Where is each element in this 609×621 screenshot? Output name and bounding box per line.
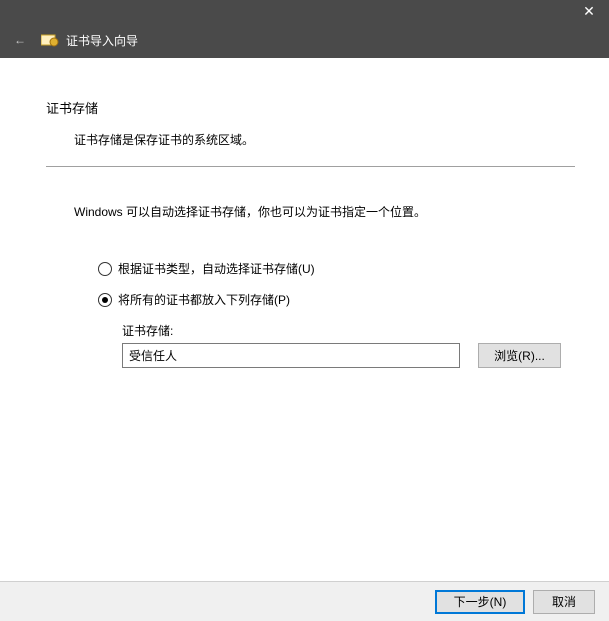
close-icon: ✕: [583, 3, 595, 20]
section-subheading: 证书存储是保存证书的系统区域。: [74, 131, 575, 148]
radio-manual-select[interactable]: 将所有的证书都放入下列存储(P): [98, 291, 575, 308]
close-button[interactable]: ✕: [569, 0, 609, 22]
browse-button[interactable]: 浏览(R)...: [478, 343, 561, 368]
wizard-footer: 下一步(N) 取消: [0, 581, 609, 621]
certificate-wizard-icon: [40, 32, 60, 48]
back-arrow-icon: ←: [14, 33, 26, 47]
radio-icon: [98, 262, 112, 276]
radio-auto-label: 根据证书类型，自动选择证书存储(U): [118, 260, 315, 277]
store-input[interactable]: [122, 343, 460, 368]
radio-icon: [98, 293, 112, 307]
next-button[interactable]: 下一步(N): [435, 590, 525, 614]
cancel-button[interactable]: 取消: [533, 590, 595, 614]
divider: [46, 166, 575, 167]
store-block: 证书存储: 浏览(R)...: [122, 322, 575, 368]
back-button[interactable]: ←: [8, 28, 32, 52]
store-label: 证书存储:: [122, 322, 575, 339]
section-heading: 证书存储: [46, 98, 575, 117]
description-text: Windows 可以自动选择证书存储，你也可以为证书指定一个位置。: [74, 203, 575, 220]
store-row: 浏览(R)...: [122, 343, 575, 368]
wizard-content: 证书存储 证书存储是保存证书的系统区域。 Windows 可以自动选择证书存储，…: [0, 58, 609, 581]
wizard-title: 证书导入向导: [66, 32, 138, 49]
radio-auto-select[interactable]: 根据证书类型，自动选择证书存储(U): [98, 260, 575, 277]
radio-manual-label: 将所有的证书都放入下列存储(P): [118, 291, 290, 308]
store-radio-group: 根据证书类型，自动选择证书存储(U) 将所有的证书都放入下列存储(P): [98, 260, 575, 308]
window-titlebar: ✕: [0, 0, 609, 22]
wizard-header: ← 证书导入向导: [0, 22, 609, 58]
